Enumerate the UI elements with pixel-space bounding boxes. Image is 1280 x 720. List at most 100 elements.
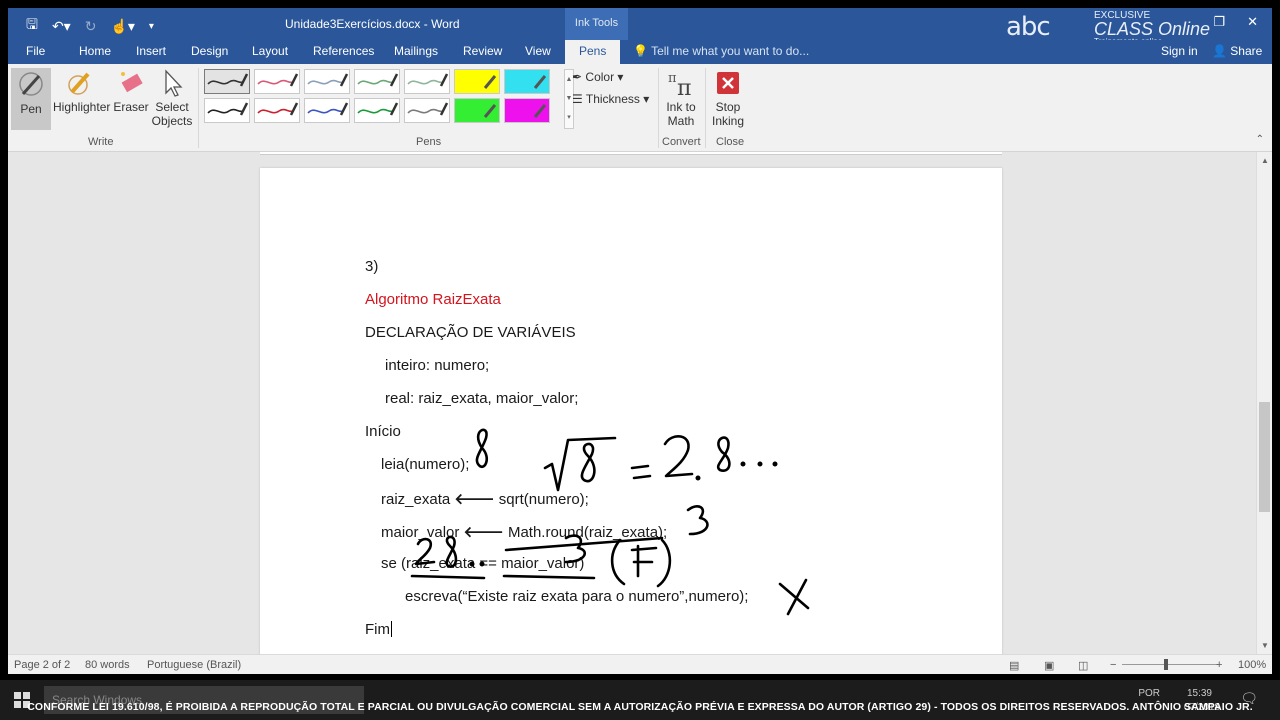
pen-stroke-icon — [257, 102, 299, 116]
ink-sqrt-sign — [543, 436, 617, 492]
pen-swatch[interactable] — [254, 98, 300, 123]
pen-swatch[interactable] — [404, 98, 450, 123]
status-bar: Page 2 of 2 80 words Portuguese (Brazil)… — [8, 654, 1272, 674]
tab-pens[interactable]: Pens — [565, 40, 621, 64]
web-layout-icon[interactable]: ◫ — [1078, 659, 1088, 672]
pen-stroke-icon — [257, 73, 299, 87]
tab-design[interactable]: Design — [191, 44, 228, 58]
read-mode-icon[interactable]: ▤ — [1009, 659, 1019, 672]
collapse-ribbon-icon[interactable]: ⌃ — [1256, 134, 1264, 145]
language-badge[interactable]: POR — [1138, 688, 1160, 699]
ribbon-separator — [705, 68, 706, 148]
tab-references[interactable]: References — [313, 44, 374, 58]
pen-swatch[interactable] — [204, 69, 250, 94]
svg-text:π: π — [677, 76, 691, 98]
pen-swatch[interactable] — [354, 98, 400, 123]
undo-icon[interactable]: ↶▾ — [52, 18, 71, 35]
cursor-icon — [165, 69, 183, 97]
ink-digit-2 — [663, 435, 694, 478]
pen-stroke-icon — [207, 73, 249, 87]
highlighter-icon — [68, 72, 90, 95]
highlighter-swatch-icon — [533, 104, 547, 118]
pen-swatch[interactable] — [354, 69, 400, 94]
ink-digit-8 — [580, 442, 596, 483]
scroll-down-icon[interactable]: ▼ — [1261, 641, 1269, 650]
pen-stroke-icon — [407, 73, 449, 87]
pens-ribbon: Pen Highlighter Eraser Select Objects Wri… — [8, 64, 1272, 152]
zoom-level[interactable]: 100% — [1238, 659, 1266, 671]
zoom-in-icon[interactable]: + — [1216, 659, 1222, 671]
group-label-close: Close — [716, 136, 745, 148]
ink-paren-close — [656, 538, 672, 588]
ribbon-separator — [658, 68, 659, 148]
ink-to-math-button[interactable]: π π Ink to Math — [662, 68, 700, 128]
word-count[interactable]: 80 words — [85, 659, 130, 671]
previous-page-edge — [260, 152, 1002, 155]
pen-swatch[interactable] — [504, 69, 550, 94]
tab-insert[interactable]: Insert — [136, 44, 166, 58]
page-count[interactable]: Page 2 of 2 — [14, 659, 70, 671]
pen-stroke-icon — [207, 102, 249, 116]
pen-swatch[interactable] — [454, 98, 500, 123]
ink-digit-8 — [445, 535, 458, 568]
highlighter-button[interactable]: Highlighter — [53, 68, 110, 114]
pen-stroke-icon — [307, 102, 349, 116]
pen-swatch[interactable] — [304, 98, 350, 123]
tab-file[interactable]: File — [26, 44, 45, 58]
save-icon[interactable]: 🖫 — [26, 14, 38, 38]
group-label-convert: Convert — [662, 136, 701, 148]
tab-view[interactable]: View — [525, 44, 551, 58]
tab-review[interactable]: Review — [463, 44, 502, 58]
window-controls: ❐ ✕ — [1213, 14, 1258, 30]
share-button[interactable]: 👤 Share — [1212, 44, 1262, 58]
group-label-pens: Pens — [416, 136, 442, 148]
eraser-button[interactable]: Eraser — [112, 68, 150, 114]
sign-in-link[interactable]: Sign in — [1161, 44, 1198, 58]
pen-swatch[interactable] — [304, 69, 350, 94]
pen-swatch[interactable] — [204, 98, 250, 123]
close-icon[interactable]: ✕ — [1247, 14, 1258, 30]
pen-stroke-icon — [407, 102, 449, 116]
lightbulb-icon: 💡 — [633, 44, 648, 58]
scroll-thumb[interactable] — [1259, 402, 1270, 512]
zoom-slider[interactable] — [1122, 664, 1218, 665]
customize-qat-icon[interactable]: ▾ — [149, 21, 154, 32]
ink-digit-8 — [716, 436, 731, 472]
touch-mode-icon[interactable]: ☝▾ — [110, 18, 134, 35]
pen-swatch[interactable] — [404, 69, 450, 94]
ink-annotations — [410, 428, 810, 616]
tell-me-search[interactable]: 💡 Tell me what you want to do... — [633, 44, 809, 58]
select-objects-button[interactable]: Select Objects — [151, 68, 193, 128]
highlighter-swatch-icon — [483, 104, 497, 118]
color-dropdown[interactable]: ✒ Color ▾ — [572, 70, 623, 84]
tab-home[interactable]: Home — [79, 44, 111, 58]
document-canvas: 3) Algoritmo RaizExata DECLARAÇÃO DE VAR… — [8, 152, 1256, 654]
group-label-write: Write — [88, 136, 114, 148]
pen-swatch[interactable] — [454, 69, 500, 94]
tab-layout[interactable]: Layout — [252, 44, 288, 58]
scroll-up-icon[interactable]: ▲ — [1261, 156, 1269, 165]
brand-logo: abc — [1006, 12, 1051, 42]
print-layout-icon[interactable]: ▣ — [1044, 659, 1054, 672]
restore-icon[interactable]: ❐ — [1213, 14, 1225, 30]
ink-dot — [772, 461, 778, 467]
pen-swatch[interactable] — [504, 98, 550, 123]
language-indicator[interactable]: Portuguese (Brazil) — [147, 659, 241, 671]
highlighter-swatch-icon — [533, 75, 547, 89]
pen-button[interactable]: Pen — [11, 68, 51, 130]
pen-stroke-icon — [357, 73, 399, 87]
thickness-icon: ☰ — [572, 92, 583, 106]
pens-gallery — [204, 69, 562, 129]
pen-icon — [19, 72, 43, 96]
zoom-out-icon[interactable]: − — [1110, 659, 1116, 671]
clock-time[interactable]: 15:39 — [1187, 688, 1212, 699]
redo-icon[interactable]: ↻ — [85, 18, 97, 35]
document-page[interactable]: 3) Algoritmo RaizExata DECLARAÇÃO DE VAR… — [260, 168, 1002, 654]
vertical-scrollbar[interactable]: ▲ ▼ — [1256, 152, 1272, 654]
quick-access-toolbar: 🖫 ↶▾ ↻ ☝▾ ▾ — [26, 14, 154, 38]
stop-inking-button[interactable]: Stop Inking — [708, 68, 748, 128]
tab-mailings[interactable]: Mailings — [394, 44, 438, 58]
pen-swatch[interactable] — [254, 69, 300, 94]
thickness-dropdown[interactable]: ☰ Thickness ▾ — [572, 92, 649, 106]
zoom-slider-thumb[interactable] — [1164, 659, 1168, 670]
